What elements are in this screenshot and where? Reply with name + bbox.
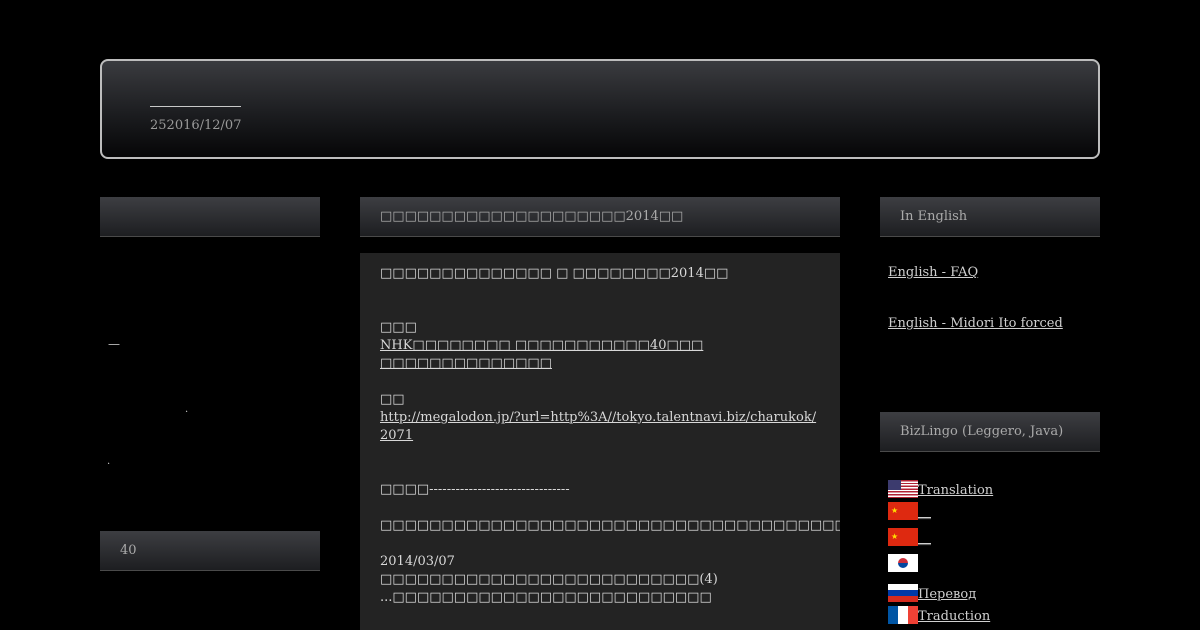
left-sidebar-title-bar [100, 197, 320, 237]
chinese-translation-link[interactable]: __ [918, 505, 931, 520]
language-row-chinese[interactable]: __ [888, 502, 931, 522]
header-date: 252016/12/07 [150, 118, 242, 133]
china-flag-icon [888, 502, 918, 520]
bizlingo-bar: BizLingo (Leggero, Java) [880, 412, 1100, 452]
russia-flag-icon [888, 584, 918, 602]
english-faq-link[interactable]: English - FAQ [888, 265, 978, 280]
language-row-french[interactable]: Traduction [888, 606, 990, 626]
article-text: ...□□□□□□□□□□□□□□□□□□□□□□□□□□ [380, 590, 712, 605]
article-text: □□□ [380, 320, 417, 335]
translation-link[interactable]: Translation [918, 483, 993, 498]
language-row-chinese[interactable]: __ [888, 528, 931, 548]
language-row-russian[interactable]: Перевод [888, 584, 976, 604]
header-divider [150, 106, 241, 107]
article-heading: □□□□□□□□□□□□□□ □ □□□□□□□□2014□□ [380, 266, 729, 281]
article-date: 2014/03/07 [380, 554, 455, 569]
article-link-sub[interactable]: □□□□□□□□□□□□□□ [380, 356, 552, 371]
france-flag-icon [888, 606, 918, 624]
china-flag-icon [888, 528, 918, 546]
article-title-bar: □□□□□□□□□□□□□□□□□□□□2014□□ [360, 197, 840, 237]
left-sidebar-dot: . [185, 404, 189, 415]
french-translation-link[interactable]: Traduction [918, 609, 990, 624]
archive-link[interactable]: http://megalodon.jp/?url=http%3A//tokyo.… [380, 410, 816, 443]
language-row-korean[interactable] [888, 554, 918, 574]
russian-translation-link[interactable]: Перевод [918, 587, 976, 602]
article-text: □□□□□□□□□□□□□□□□□□□□□□□□□□(4) [380, 572, 718, 587]
korea-flag-icon [888, 554, 918, 572]
language-row-english[interactable]: Translation [888, 480, 993, 500]
left-sidebar-dash: — [108, 337, 120, 351]
in-english-bar: In English [880, 197, 1100, 237]
article-body: □□□□□□□□□□□□□□ □ □□□□□□□□2014□□ □□□ NHK□… [360, 253, 840, 630]
article-separator: □□□□-------------------------------- [380, 482, 570, 497]
left-sidebar-count-bar: 40 [100, 531, 320, 571]
chinese-translation-link[interactable]: __ [918, 531, 931, 546]
site-header: 252016/12/07 [100, 59, 1100, 159]
us-flag-icon [888, 480, 918, 498]
english-midori-link[interactable]: English - Midori Ito forced [888, 316, 1063, 331]
article-link-nhk[interactable]: NHK□□□□□□□□ □□□□□□□□□□□40□□□ [380, 338, 703, 353]
article-text: □□ [380, 392, 405, 407]
left-sidebar-dot: . [107, 456, 111, 467]
article-paragraph: □□□□□□□□□□□□□□□□□□□□□□□□□□□□□□□□□□□□□□□□… [380, 518, 840, 533]
